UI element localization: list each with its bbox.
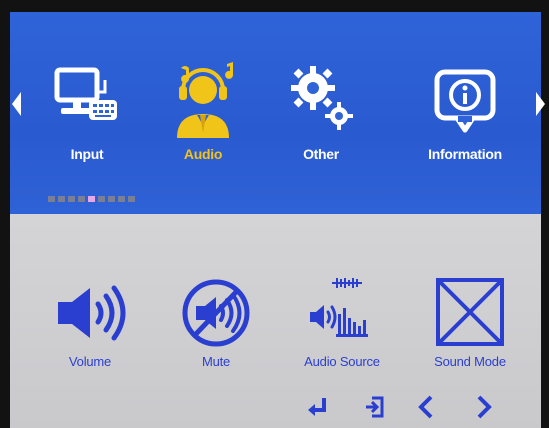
audio-source-icon bbox=[310, 278, 368, 337]
page-dot bbox=[128, 196, 135, 202]
page-dot bbox=[68, 196, 75, 202]
tab-audio-label: Audio bbox=[183, 146, 223, 162]
page-dot bbox=[108, 196, 115, 202]
headset-person-icon bbox=[177, 62, 234, 138]
sound-mode-icon bbox=[436, 278, 504, 346]
info-bubble-icon bbox=[434, 69, 496, 133]
page-dot bbox=[48, 196, 55, 202]
sound-mode-item[interactable]: Sound Mode bbox=[420, 278, 520, 378]
volume-label: Volume bbox=[68, 354, 112, 369]
audio-source-label: Audio Source bbox=[304, 354, 380, 369]
tab-audio[interactable]: Audio bbox=[148, 60, 258, 180]
tab-information-label: Information bbox=[428, 146, 502, 162]
chevron-left-icon[interactable] bbox=[414, 394, 440, 420]
page-indicator bbox=[48, 196, 135, 202]
audio-source-item[interactable]: Audio Source bbox=[292, 278, 392, 378]
tab-other[interactable]: Other bbox=[266, 60, 376, 180]
gears-icon bbox=[291, 66, 353, 130]
tab-other-label: Other bbox=[303, 146, 339, 162]
page-dot bbox=[98, 196, 105, 202]
sound-mode-label: Sound Mode bbox=[434, 354, 506, 369]
page-dot bbox=[118, 196, 125, 202]
tab-input-label: Input bbox=[70, 146, 104, 162]
enter-icon[interactable] bbox=[306, 394, 332, 420]
speaker-volume-icon bbox=[58, 285, 126, 341]
page-dot-current bbox=[88, 196, 95, 202]
scroll-right-arrow-icon[interactable] bbox=[536, 92, 545, 116]
page-dot bbox=[78, 196, 85, 202]
tab-information[interactable]: Information bbox=[410, 60, 520, 180]
volume-item[interactable]: Volume bbox=[40, 278, 140, 378]
speaker-mute-icon bbox=[182, 279, 250, 347]
scroll-left-arrow-icon[interactable] bbox=[12, 92, 21, 116]
osd-screen: Input Audio Other Information Volume Mut… bbox=[0, 0, 549, 428]
computer-keyboard-icon bbox=[54, 67, 117, 120]
mute-item[interactable]: Mute bbox=[166, 278, 266, 378]
mute-label: Mute bbox=[201, 354, 231, 369]
exit-icon[interactable] bbox=[362, 394, 388, 420]
page-dot bbox=[58, 196, 65, 202]
chevron-right-icon[interactable] bbox=[470, 394, 496, 420]
tab-input[interactable]: Input bbox=[32, 60, 142, 180]
